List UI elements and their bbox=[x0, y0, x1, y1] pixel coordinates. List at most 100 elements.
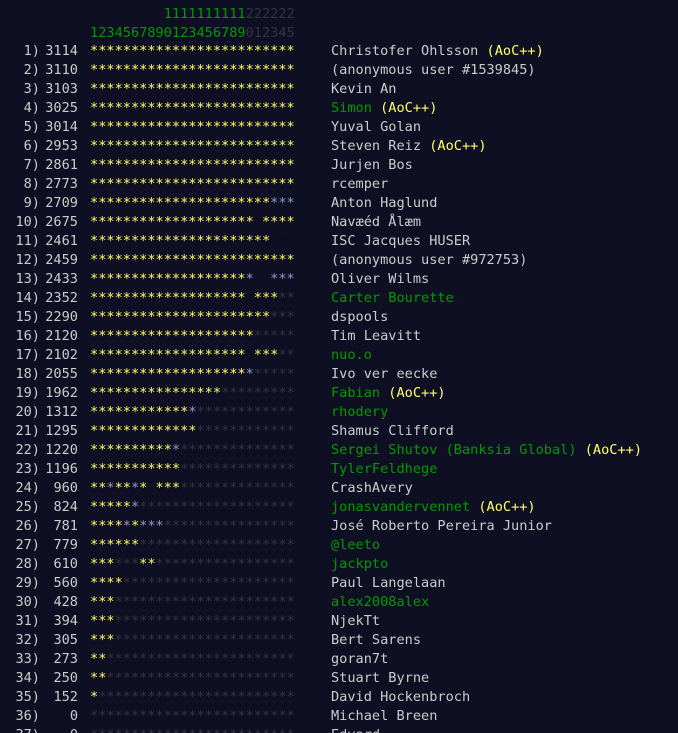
gold-star-icon[interactable]: * bbox=[164, 100, 172, 116]
gold-star-icon[interactable]: * bbox=[172, 119, 180, 135]
gold-star-icon[interactable]: * bbox=[123, 404, 131, 420]
empty-star-icon[interactable]: * bbox=[287, 442, 295, 458]
gold-star-icon[interactable]: * bbox=[172, 62, 180, 78]
gold-star-icon[interactable]: * bbox=[237, 119, 245, 135]
empty-star-icon[interactable]: * bbox=[246, 651, 254, 667]
empty-star-icon[interactable]: * bbox=[278, 632, 286, 648]
gold-star-icon[interactable]: * bbox=[196, 328, 204, 344]
gold-star-icon[interactable]: * bbox=[221, 81, 229, 97]
gold-star-icon[interactable]: * bbox=[196, 138, 204, 154]
gold-star-icon[interactable]: * bbox=[115, 157, 123, 173]
empty-star-icon[interactable]: * bbox=[213, 556, 221, 572]
gold-star-icon[interactable]: * bbox=[131, 442, 139, 458]
empty-star-icon[interactable]: * bbox=[278, 480, 286, 496]
gold-star-icon[interactable]: * bbox=[147, 290, 155, 306]
empty-star-icon[interactable]: * bbox=[147, 480, 155, 496]
empty-star-icon[interactable]: * bbox=[254, 480, 262, 496]
gold-star-icon[interactable]: * bbox=[262, 81, 270, 97]
empty-star-icon[interactable]: * bbox=[164, 556, 172, 572]
empty-star-icon[interactable]: * bbox=[246, 518, 254, 534]
gold-star-icon[interactable]: * bbox=[196, 290, 204, 306]
empty-star-icon[interactable]: * bbox=[254, 689, 262, 705]
gold-star-icon[interactable]: * bbox=[156, 138, 164, 154]
empty-star-icon[interactable]: * bbox=[196, 575, 204, 591]
gold-star-icon[interactable]: * bbox=[90, 480, 98, 496]
empty-star-icon[interactable]: * bbox=[172, 537, 180, 553]
gold-star-icon[interactable]: * bbox=[213, 271, 221, 287]
empty-star-icon[interactable]: * bbox=[287, 632, 295, 648]
gold-star-icon[interactable]: * bbox=[221, 119, 229, 135]
gold-star-icon[interactable]: * bbox=[123, 537, 131, 553]
empty-star-icon[interactable]: * bbox=[221, 575, 229, 591]
empty-star-icon[interactable]: * bbox=[115, 689, 123, 705]
empty-star-icon[interactable]: * bbox=[196, 651, 204, 667]
empty-star-icon[interactable]: * bbox=[287, 594, 295, 610]
gold-star-icon[interactable]: * bbox=[213, 62, 221, 78]
silver-star-icon[interactable]: * bbox=[246, 366, 254, 382]
empty-star-icon[interactable]: * bbox=[196, 689, 204, 705]
empty-star-icon[interactable]: * bbox=[237, 499, 245, 515]
empty-star-icon[interactable]: * bbox=[156, 670, 164, 686]
empty-star-icon[interactable]: * bbox=[164, 594, 172, 610]
gold-star-icon[interactable]: * bbox=[237, 157, 245, 173]
gold-star-icon[interactable]: * bbox=[123, 366, 131, 382]
gold-star-icon[interactable]: * bbox=[156, 442, 164, 458]
empty-star-icon[interactable]: * bbox=[254, 651, 262, 667]
empty-star-icon[interactable]: * bbox=[221, 461, 229, 477]
empty-star-icon[interactable]: * bbox=[213, 708, 221, 724]
gold-star-icon[interactable]: * bbox=[164, 347, 172, 363]
empty-star-icon[interactable]: * bbox=[237, 613, 245, 629]
gold-star-icon[interactable]: * bbox=[90, 442, 98, 458]
gold-star-icon[interactable]: * bbox=[205, 271, 213, 287]
empty-star-icon[interactable]: * bbox=[213, 575, 221, 591]
gold-star-icon[interactable]: * bbox=[172, 252, 180, 268]
participant-link[interactable]: nuo.o bbox=[331, 347, 372, 363]
gold-star-icon[interactable]: * bbox=[115, 537, 123, 553]
empty-star-icon[interactable]: * bbox=[287, 537, 295, 553]
empty-star-icon[interactable]: * bbox=[106, 689, 114, 705]
gold-star-icon[interactable]: * bbox=[196, 119, 204, 135]
gold-star-icon[interactable]: * bbox=[90, 43, 98, 59]
empty-star-icon[interactable]: * bbox=[254, 632, 262, 648]
gold-star-icon[interactable]: * bbox=[90, 594, 98, 610]
empty-star-icon[interactable]: * bbox=[213, 404, 221, 420]
empty-star-icon[interactable]: * bbox=[237, 689, 245, 705]
empty-star-icon[interactable]: * bbox=[164, 632, 172, 648]
gold-star-icon[interactable]: * bbox=[90, 461, 98, 477]
gold-star-icon[interactable]: * bbox=[196, 347, 204, 363]
gold-star-icon[interactable]: * bbox=[172, 290, 180, 306]
gold-star-icon[interactable]: * bbox=[287, 138, 295, 154]
gold-star-icon[interactable]: * bbox=[262, 43, 270, 59]
empty-star-icon[interactable]: * bbox=[147, 575, 155, 591]
empty-star-icon[interactable]: * bbox=[123, 575, 131, 591]
empty-star-icon[interactable]: * bbox=[254, 594, 262, 610]
gold-star-icon[interactable]: * bbox=[123, 119, 131, 135]
gold-star-icon[interactable]: * bbox=[205, 366, 213, 382]
empty-star-icon[interactable]: * bbox=[278, 518, 286, 534]
gold-star-icon[interactable]: * bbox=[262, 176, 270, 192]
gold-star-icon[interactable]: * bbox=[156, 233, 164, 249]
gold-star-icon[interactable]: * bbox=[90, 119, 98, 135]
gold-star-icon[interactable]: * bbox=[164, 214, 172, 230]
gold-star-icon[interactable]: * bbox=[115, 195, 123, 211]
gold-star-icon[interactable]: * bbox=[172, 480, 180, 496]
empty-star-icon[interactable]: * bbox=[115, 708, 123, 724]
participant-link[interactable]: rhodery bbox=[331, 404, 388, 420]
empty-star-icon[interactable]: * bbox=[147, 708, 155, 724]
gold-star-icon[interactable]: * bbox=[196, 43, 204, 59]
gold-star-icon[interactable]: * bbox=[115, 252, 123, 268]
gold-star-icon[interactable]: * bbox=[213, 347, 221, 363]
gold-star-icon[interactable]: * bbox=[196, 271, 204, 287]
gold-star-icon[interactable]: * bbox=[254, 119, 262, 135]
gold-star-icon[interactable]: * bbox=[172, 347, 180, 363]
empty-star-icon[interactable]: * bbox=[164, 708, 172, 724]
gold-star-icon[interactable]: * bbox=[237, 290, 245, 306]
gold-star-icon[interactable]: * bbox=[106, 119, 114, 135]
gold-star-icon[interactable]: * bbox=[90, 689, 98, 705]
empty-star-icon[interactable]: * bbox=[123, 727, 131, 733]
gold-star-icon[interactable]: * bbox=[164, 62, 172, 78]
gold-star-icon[interactable]: * bbox=[221, 290, 229, 306]
gold-star-icon[interactable]: * bbox=[131, 62, 139, 78]
gold-star-icon[interactable]: * bbox=[131, 157, 139, 173]
gold-star-icon[interactable]: * bbox=[90, 138, 98, 154]
